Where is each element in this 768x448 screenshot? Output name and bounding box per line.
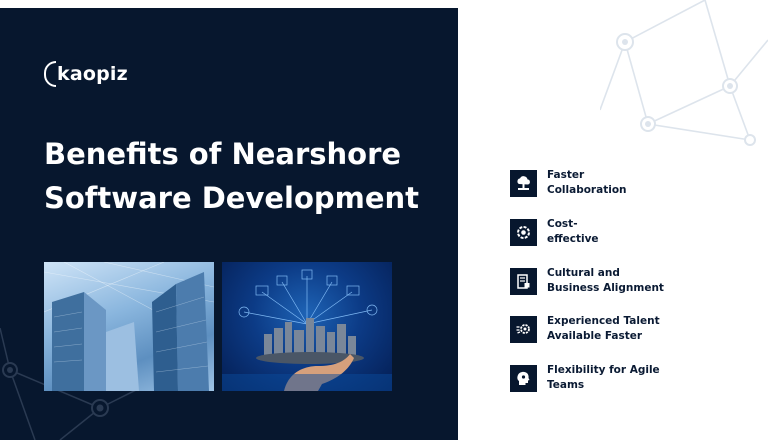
head-gear-icon [510,365,537,392]
hero-panel: kaopiz Benefits of Nearshore Software De… [0,8,458,440]
idea-gear-icon [510,316,537,343]
benefit-label-line2: Teams [547,379,585,391]
gear-icon [510,219,537,246]
kaopiz-logo: kaopiz [44,61,128,87]
benefit-label-line2: effective [547,233,599,245]
benefit-label-line2: Available Faster [547,330,643,342]
benefit-item-faster-collaboration: Faster Collaboration [510,168,697,202]
network-decoration [600,0,768,146]
city-on-hand-photo [222,262,392,391]
benefit-label-line1: Cost- [547,218,578,230]
cloud-network-icon [510,170,537,197]
logo-mark-icon [44,61,56,87]
title-line-2: Software Development [44,181,420,215]
document-lock-icon [510,268,537,295]
benefit-label-line1: Cultural and [547,267,620,279]
benefit-label-line2: Business Alignment [547,282,664,294]
logo-text: kaopiz [57,63,128,85]
skyscrapers-photo [44,262,214,391]
benefit-item-cultural-alignment: Cultural and Business Alignment [510,266,697,300]
page-title: Benefits of Nearshore Software Developme… [44,132,444,220]
benefit-item-cost-effective: Cost- effective [510,217,697,251]
title-line-1: Benefits of Nearshore [44,137,402,171]
benefit-label-line1: Faster [547,169,585,181]
benefit-item-experienced-talent: Experienced Talent Available Faster [510,314,697,348]
benefit-item-flexibility: Flexibility for Agile Teams [510,363,697,397]
benefit-label-line1: Flexibility for Agile [547,364,660,376]
benefit-label-line1: Experienced Talent [547,315,660,327]
benefit-label-line2: Collaboration [547,184,627,196]
